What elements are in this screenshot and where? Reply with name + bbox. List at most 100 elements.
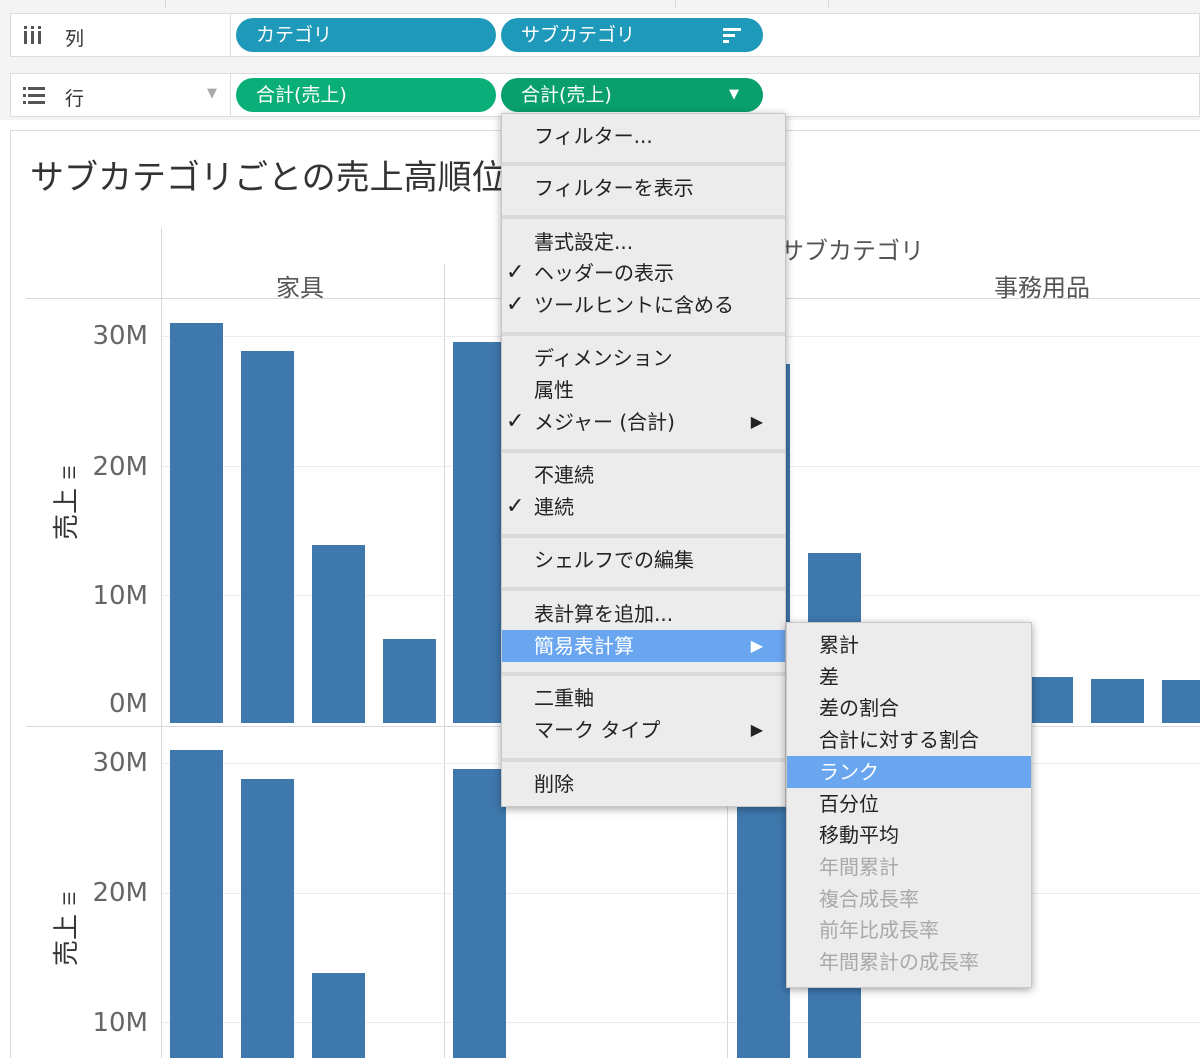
y-axis-title-bottom[interactable]: 売上 ☰: [46, 891, 83, 966]
menu-item[interactable]: フィルター...: [502, 120, 785, 152]
pill-label: 合計(売上): [256, 84, 347, 106]
submenu-item[interactable]: 差の割合: [787, 692, 1031, 724]
submenu-item-label: 年間累計: [819, 854, 899, 879]
menu-item-label: 不連続: [534, 463, 594, 487]
menu-item[interactable]: 不連続: [502, 459, 785, 491]
submenu-item[interactable]: 差: [787, 661, 1031, 693]
header-divider: [444, 264, 445, 298]
submenu-arrow-icon: ▶: [750, 720, 763, 739]
y-tick: 0M: [109, 689, 148, 719]
menu-item-label: ツールヒントに含める: [534, 293, 734, 317]
rows-icon: [23, 87, 45, 104]
menu-item[interactable]: マーク タイプ ▶: [502, 714, 785, 746]
bar-mark[interactable]: [737, 791, 790, 1058]
pill-sum-sales-2[interactable]: 合計(売上) ▼: [501, 78, 763, 112]
bar-mark[interactable]: [241, 778, 294, 1058]
bar-mark[interactable]: [383, 639, 436, 723]
menu-item[interactable]: ヘッダーの表示 ✓: [502, 257, 785, 289]
sort-indicator-icon[interactable]: ☰: [60, 465, 79, 479]
bar-mark[interactable]: [312, 544, 365, 723]
menu-item-label: 書式設定...: [534, 230, 634, 254]
columns-icon: [24, 26, 41, 44]
bar-mark[interactable]: [312, 972, 365, 1058]
menu-item[interactable]: フィルターを表示: [502, 172, 785, 204]
dropdown-icon[interactable]: ▼: [207, 86, 217, 101]
pill-context-menu: フィルター... フィルターを表示 書式設定... ヘッダーの表示 ✓ ツールヒントに含め…: [501, 113, 786, 807]
pill-label: カテゴリ: [256, 24, 333, 46]
submenu-item-label: 複合成長率: [819, 886, 919, 911]
pane-divider: [444, 298, 445, 1058]
menu-item-label: ディメンション: [534, 346, 673, 370]
menu-item[interactable]: 連続 ✓: [502, 491, 785, 523]
axis-title-text: 売上: [52, 913, 82, 966]
pill-subcategory[interactable]: サブカテゴリ: [501, 18, 763, 52]
divider: [675, 0, 676, 8]
sort-indicator-icon[interactable]: ☰: [60, 891, 79, 905]
menu-item-label: フィルター...: [534, 124, 653, 148]
sort-icon[interactable]: [723, 27, 741, 43]
submenu-item-label: ランク: [819, 759, 879, 784]
pill-label: サブカテゴリ: [521, 24, 636, 46]
menu-item-label: 表計算を追加...: [534, 602, 674, 626]
bar-mark[interactable]: [241, 351, 294, 723]
axis-divider: [161, 298, 162, 1058]
menu-item[interactable]: 属性: [502, 374, 785, 406]
bar-mark[interactable]: [1162, 680, 1200, 723]
submenu-item-label: 百分位: [819, 791, 879, 816]
submenu-item[interactable]: 累計: [787, 629, 1031, 661]
menu-item[interactable]: 削除: [502, 768, 785, 800]
bar-mark[interactable]: [808, 980, 861, 1058]
menu-item[interactable]: 書式設定...: [502, 226, 785, 258]
menu-separator: [502, 449, 785, 453]
menu-item[interactable]: ディメンション: [502, 342, 785, 374]
menu-item[interactable]: 簡易表計算 ▶: [502, 630, 785, 662]
y-tick: 10M: [92, 581, 148, 611]
category-header-furniture[interactable]: 家具: [276, 268, 324, 303]
columns-shelf-text: 列: [65, 28, 85, 50]
y-axis-title-top[interactable]: 売上 ☰: [46, 465, 83, 540]
menu-item-label: 属性: [534, 378, 574, 402]
menu-item[interactable]: 表計算を追加...: [502, 598, 785, 630]
submenu-arrow-icon: ▶: [750, 412, 763, 431]
menu-separator: [502, 587, 785, 591]
dropdown-icon[interactable]: ▼: [729, 78, 739, 112]
bar-mark[interactable]: [453, 769, 506, 1058]
bar-mark[interactable]: [453, 342, 506, 723]
menu-item[interactable]: シェルフでの編集: [502, 544, 785, 576]
submenu-item[interactable]: 百分位: [787, 788, 1031, 820]
bar-mark[interactable]: [1091, 679, 1144, 723]
submenu-item-label: 移動平均: [819, 823, 899, 848]
submenu-item: 年間累計の成長率: [787, 946, 1031, 978]
submenu-item-label: 前年比成長率: [819, 918, 939, 943]
pill-sum-sales-1[interactable]: 合計(売上): [236, 78, 496, 112]
submenu-item: 前年比成長率: [787, 914, 1031, 946]
menu-separator: [502, 534, 785, 538]
menu-item-label: 二重軸: [534, 686, 594, 710]
menu-separator: [502, 162, 785, 166]
submenu-item[interactable]: ランク: [787, 755, 1031, 788]
pill-category[interactable]: カテゴリ: [236, 18, 496, 52]
menu-item[interactable]: メジャー (合計) ✓ ▶: [502, 406, 785, 438]
category-header-office[interactable]: 事務用品: [994, 268, 1090, 303]
submenu-item[interactable]: 合計に対する割合: [787, 724, 1031, 756]
submenu-item: 複合成長率: [787, 883, 1031, 915]
submenu-item: 年間累計: [787, 851, 1031, 883]
menu-item[interactable]: ツールヒントに含める ✓: [502, 289, 785, 321]
menu-item-label: 削除: [534, 772, 574, 796]
menu-item-label: フィルターを表示: [534, 176, 694, 200]
y-tick: 30M: [92, 748, 148, 778]
submenu-item-label: 累計: [819, 633, 859, 657]
menu-item-label: マーク タイプ: [534, 718, 661, 742]
menu-item[interactable]: 二重軸: [502, 682, 785, 714]
bar-mark[interactable]: [170, 323, 223, 723]
bar-mark[interactable]: [170, 750, 223, 1058]
menu-item-label: メジャー (合計): [534, 410, 675, 434]
menu-separator: [502, 332, 785, 336]
menu-item-label: シェルフでの編集: [534, 548, 694, 572]
submenu-arrow-icon: ▶: [750, 636, 763, 655]
pill-label: 合計(売上): [521, 84, 612, 106]
checkmark-icon: ✓: [506, 409, 525, 434]
submenu-item-label: 差の割合: [819, 696, 899, 721]
y-tick: 20M: [92, 878, 148, 908]
submenu-item[interactable]: 移動平均: [787, 819, 1031, 851]
